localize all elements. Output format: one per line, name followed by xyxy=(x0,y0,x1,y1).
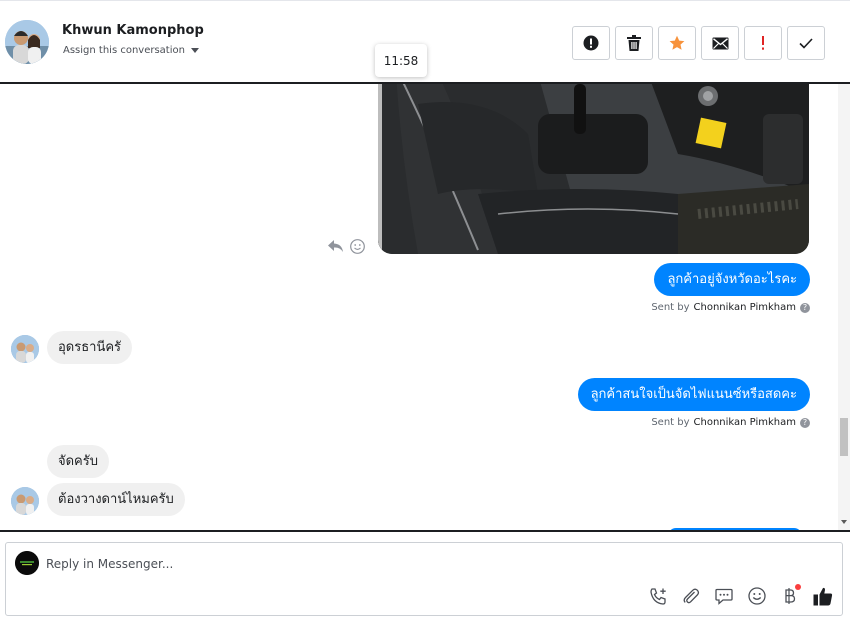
composer-divider xyxy=(0,530,850,532)
info-icon[interactable]: ? xyxy=(800,302,810,313)
car-interior-photo[interactable] xyxy=(378,84,809,254)
exclamation-icon xyxy=(762,36,764,50)
mark-done-button[interactable] xyxy=(787,26,825,60)
reply-input[interactable] xyxy=(46,553,746,575)
contact-avatar-small[interactable] xyxy=(11,335,39,363)
emoji-reaction-icon[interactable] xyxy=(350,239,365,254)
contact-name[interactable]: Khwun Kamonphop xyxy=(62,23,204,38)
reply-composer xyxy=(5,542,843,616)
sent-by-prefix: Sent by xyxy=(651,417,690,428)
incoming-message[interactable]: อุดรธานีครั xyxy=(47,331,133,364)
scrollbar-track[interactable] xyxy=(838,84,850,530)
inbox-conversation-view: Khwun Kamonphop Assign this conversation xyxy=(0,0,850,619)
outgoing-message[interactable]: ลูกค้าอยู่จังหวัดอะไรคะ xyxy=(654,263,810,296)
envelope-icon xyxy=(712,37,728,49)
conversation-actions xyxy=(572,26,825,60)
sent-by-label: Sent by Chonnikan Pimkham ? xyxy=(651,417,810,428)
baht-payment-icon xyxy=(785,588,796,604)
emoji-button[interactable] xyxy=(746,585,768,607)
sender-name: Chonnikan Pimkham xyxy=(693,417,796,428)
exclamation-circle-icon xyxy=(583,35,599,51)
page-avatar xyxy=(15,551,39,575)
sent-by-prefix: Sent by xyxy=(651,302,690,313)
reply-arrow-icon[interactable] xyxy=(328,240,344,253)
conversation-header: Khwun Kamonphop Assign this conversation xyxy=(0,0,850,82)
attach-button[interactable] xyxy=(680,585,702,607)
mark-unread-button[interactable] xyxy=(701,26,739,60)
checkmark-icon xyxy=(799,37,813,49)
contact-avatar[interactable] xyxy=(5,20,49,64)
scroll-down-arrow-icon[interactable] xyxy=(841,520,847,524)
saved-replies-button[interactable] xyxy=(713,585,735,607)
timestamp-tooltip: 11:58 xyxy=(375,44,427,77)
scrollbar-thumb[interactable] xyxy=(840,418,848,456)
star-button[interactable] xyxy=(658,26,696,60)
paperclip-icon xyxy=(683,588,700,604)
call-icon xyxy=(649,587,666,605)
saved-reply-icon xyxy=(715,588,733,605)
incoming-message[interactable]: ต้องวางดาน์ไหมครับ xyxy=(47,483,185,516)
caret-down-icon xyxy=(190,48,199,53)
trash-icon xyxy=(627,35,641,51)
star-icon xyxy=(669,35,685,50)
assign-conversation-dropdown[interactable]: Assign this conversation xyxy=(63,45,199,56)
sender-name: Chonnikan Pimkham xyxy=(693,302,796,313)
emoji-icon xyxy=(748,587,766,605)
sent-by-label: Sent by Chonnikan Pimkham ? xyxy=(651,302,810,313)
mark-spam-button[interactable] xyxy=(572,26,610,60)
notification-dot xyxy=(795,584,801,590)
delete-button[interactable] xyxy=(615,26,653,60)
assign-label: Assign this conversation xyxy=(63,45,185,56)
payment-button[interactable] xyxy=(779,584,801,607)
message-tools xyxy=(328,239,365,254)
contact-avatar-small[interactable] xyxy=(11,487,39,515)
message-thread[interactable]: ลูกค้าอยู่จังหวัดอะไรคะ Sent by Chonnika… xyxy=(0,84,850,530)
incoming-message[interactable]: จัดครับ xyxy=(47,445,109,478)
outgoing-message[interactable]: ลูกค้าสนใจเป็นจัดไฟแนนซ์หรือสดคะ xyxy=(577,378,810,411)
call-button[interactable] xyxy=(647,585,669,607)
info-icon[interactable]: ? xyxy=(800,417,810,428)
follow-up-button[interactable] xyxy=(744,26,782,60)
thumbs-up-icon xyxy=(813,587,833,605)
like-button[interactable] xyxy=(812,585,834,607)
composer-tools xyxy=(647,584,834,607)
